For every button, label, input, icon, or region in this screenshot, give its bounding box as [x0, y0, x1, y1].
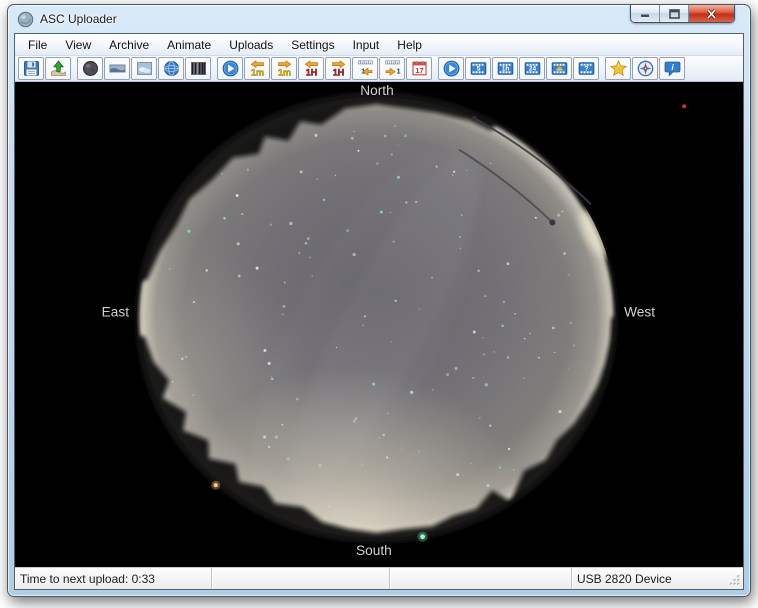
toolbar-play-movie-button[interactable]	[438, 57, 464, 80]
label-south: South	[356, 543, 392, 558]
menubar: File View Archive Animate Uploads Settin…	[15, 34, 743, 56]
toolbar-movie-5min-button[interactable]: 5	[465, 57, 491, 80]
status-device: USB 2820 Device	[572, 568, 727, 589]
svg-text:1h: 1h	[501, 66, 509, 73]
statusbar: Time to next upload: 0:33 USB 2820 Devic…	[15, 567, 743, 589]
minimize-button[interactable]	[631, 5, 660, 22]
toolbar-movie-1hour-button[interactable]: 1h	[492, 57, 518, 80]
titlebar[interactable]: ASC Uploader	[8, 5, 750, 33]
toolbar-compass-button[interactable]	[632, 57, 658, 80]
close-button[interactable]	[689, 5, 734, 22]
maximize-button[interactable]	[660, 5, 689, 22]
toolbar-group: 5 1h 24?	[438, 57, 600, 80]
window-title: ASC Uploader	[40, 12, 117, 26]
toolbar-forward-1-hour-button[interactable]: 1H	[325, 57, 351, 80]
svg-text:1: 1	[396, 69, 400, 76]
toolbar-group: 1m 1m 1H 1H 1 1 17	[217, 57, 433, 80]
menu-settings[interactable]: Settings	[282, 35, 343, 55]
svg-text:?: ?	[584, 66, 588, 73]
window-controls	[630, 5, 735, 23]
svg-text:1H: 1H	[305, 68, 317, 77]
toolbar-back-1-day-button[interactable]: 1	[352, 57, 378, 80]
label-west: West	[624, 304, 655, 319]
toolbar-favorites-button[interactable]	[605, 57, 631, 80]
app-icon	[17, 11, 34, 28]
toolbar-keogram-view-button[interactable]	[185, 57, 211, 80]
toolbar-movie-sunset-button[interactable]	[546, 57, 572, 80]
toolbar-save-button[interactable]	[18, 57, 44, 80]
toolbar-group	[18, 57, 72, 80]
menu-uploads[interactable]: Uploads	[220, 35, 282, 55]
label-east: East	[102, 304, 130, 319]
resize-grip[interactable]	[727, 568, 743, 589]
status-panel-2	[212, 568, 390, 589]
menu-archive[interactable]: Archive	[100, 35, 158, 55]
toolbar-about-button[interactable]: i	[659, 57, 685, 80]
svg-text:24: 24	[528, 66, 536, 73]
toolbar-play-button[interactable]	[217, 57, 243, 80]
svg-text:1m: 1m	[277, 68, 290, 77]
svg-text:17: 17	[415, 66, 423, 75]
client-area: File View Archive Animate Uploads Settin…	[14, 33, 744, 590]
menu-view[interactable]: View	[56, 35, 100, 55]
toolbar-forward-1-day-button[interactable]: 1	[379, 57, 405, 80]
toolbar-group	[77, 57, 212, 80]
toolbar-back-1-minute-button[interactable]: 1m	[244, 57, 270, 80]
toolbar: 1m 1m 1H 1H 1 1 17 5 1h 24? i	[15, 56, 743, 82]
menu-input[interactable]: Input	[344, 35, 389, 55]
svg-text:5: 5	[476, 66, 480, 73]
toolbar-globe-view-button[interactable]	[158, 57, 184, 80]
allsky-camera-view: North East West South	[15, 82, 743, 567]
menu-help[interactable]: Help	[388, 35, 431, 55]
svg-text:1m: 1m	[250, 68, 263, 77]
toolbar-sky-image-button[interactable]	[131, 57, 157, 80]
toolbar-group: i	[605, 57, 686, 80]
toolbar-forward-1-minute-button[interactable]: 1m	[271, 57, 297, 80]
toolbar-allsky-view-button[interactable]	[77, 57, 103, 80]
toolbar-movie-24hour-button[interactable]: 24	[519, 57, 545, 80]
toolbar-upload-button[interactable]	[45, 57, 71, 80]
app-window: ASC Uploader File View Archive Animate U…	[7, 4, 751, 597]
toolbar-panorama-view-button[interactable]	[104, 57, 130, 80]
svg-text:1H: 1H	[332, 68, 344, 77]
toolbar-calendar-button[interactable]: 17	[406, 57, 432, 80]
toolbar-back-1-hour-button[interactable]: 1H	[298, 57, 324, 80]
status-panel-3	[390, 568, 572, 589]
label-north: North	[360, 83, 393, 98]
status-upload-timer: Time to next upload: 0:33	[15, 568, 212, 589]
menu-animate[interactable]: Animate	[158, 35, 220, 55]
menu-file[interactable]: File	[19, 35, 56, 55]
toolbar-movie-custom-button[interactable]: ?	[573, 57, 599, 80]
